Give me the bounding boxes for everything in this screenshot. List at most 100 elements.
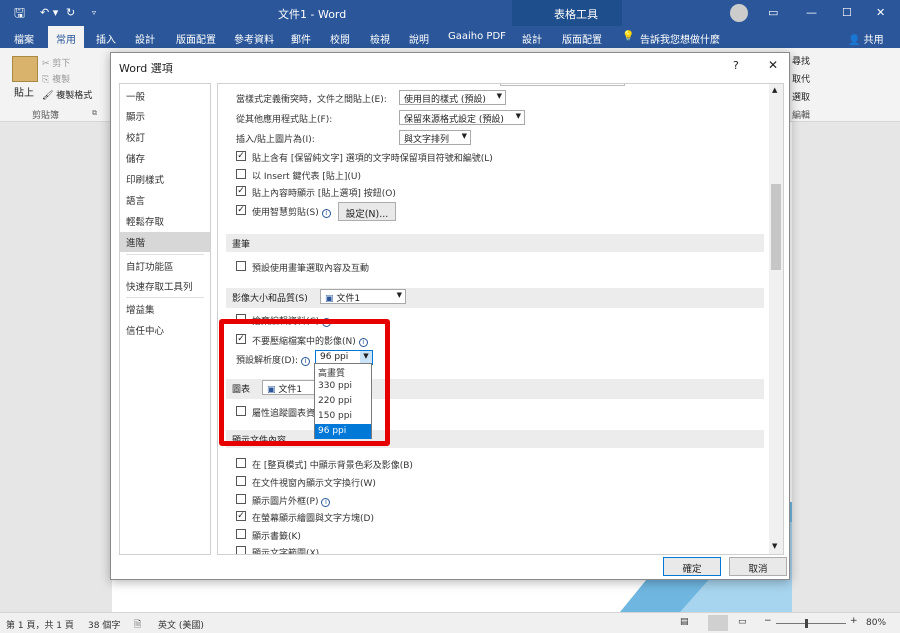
- resolution-option[interactable]: 220 ppi: [315, 394, 371, 409]
- nav-language[interactable]: 語言: [120, 190, 210, 210]
- nav-proofing[interactable]: 校訂: [120, 127, 210, 147]
- zoom-slider[interactable]: [776, 623, 846, 624]
- nav-general[interactable]: 一般: [120, 86, 210, 106]
- zoom-slider-thumb[interactable]: [805, 619, 808, 628]
- style-conflict-value: 使用目的樣式 (預設): [404, 95, 486, 105]
- tell-me-box[interactable]: 告訴我您想做什麼: [640, 31, 720, 46]
- nav-trust-center[interactable]: 信任中心: [120, 320, 210, 340]
- resolution-option[interactable]: 150 ppi: [315, 409, 371, 424]
- web-layout-icon[interactable]: ▭: [738, 617, 747, 627]
- language-status[interactable]: 英文 (美國): [158, 618, 204, 631]
- minimize-button[interactable]: —: [806, 6, 817, 19]
- tab-help[interactable]: 說明: [409, 31, 429, 46]
- tab-table-layout[interactable]: 版面配置: [562, 31, 602, 46]
- nav-save[interactable]: 儲存: [120, 148, 210, 168]
- scroll-up-icon[interactable]: ▲: [772, 86, 777, 94]
- tab-home[interactable]: 常用: [48, 26, 84, 48]
- share-button[interactable]: 👤 共用: [848, 31, 884, 46]
- tab-review[interactable]: 校閱: [330, 31, 350, 46]
- nav-typography[interactable]: 印刷樣式: [120, 169, 210, 189]
- save-icon[interactable]: 🖫: [14, 4, 25, 26]
- options-nav: 一般 顯示 校訂 儲存 印刷樣式 語言 輕鬆存取 進階 自訂功能區 快速存取工具…: [119, 83, 211, 555]
- paste-icon[interactable]: [12, 56, 38, 82]
- options-scrollbar[interactable]: ▲ ▼: [769, 84, 783, 554]
- proofing-icon[interactable]: 🗎: [134, 617, 141, 633]
- user-avatar-icon[interactable]: [730, 4, 748, 22]
- scroll-down-icon[interactable]: ▼: [772, 542, 777, 550]
- use-insert-key-checkbox[interactable]: [236, 169, 246, 179]
- tab-mailings[interactable]: 郵件: [291, 31, 311, 46]
- resolution-option[interactable]: 330 ppi: [315, 379, 371, 394]
- picture-placeholders-checkbox[interactable]: [236, 494, 246, 504]
- copy-button[interactable]: ⎘ 複製: [42, 72, 70, 85]
- select-button[interactable]: 選取: [792, 90, 810, 103]
- other-apps-select[interactable]: 保留來源格式設定 (預設) ▼: [399, 110, 525, 125]
- cancel-button[interactable]: 取消: [729, 557, 787, 576]
- print-layout-icon[interactable]: [708, 615, 728, 631]
- nav-advanced[interactable]: 進階: [120, 232, 210, 252]
- smart-cut-paste-checkbox[interactable]: ✓: [236, 205, 246, 215]
- word-options-dialog: Word 選項 ? ✕ 一般 顯示 校訂 儲存 印刷樣式 語言 輕鬆存取 進階 …: [110, 52, 790, 580]
- tab-design[interactable]: 設計: [135, 31, 155, 46]
- copy-label: 複製: [52, 75, 71, 85]
- find-button[interactable]: 尋找: [792, 54, 810, 67]
- nav-separator: [126, 254, 204, 255]
- style-conflict-label: 當樣式定義衝突時，文件之間貼上(E):: [236, 95, 387, 105]
- read-mode-icon[interactable]: ▤: [680, 617, 689, 627]
- paste-button[interactable]: 貼上: [14, 84, 34, 99]
- cut-button[interactable]: ✂ 剪下: [42, 56, 70, 69]
- nav-accessibility[interactable]: 輕鬆存取: [120, 211, 210, 231]
- tab-references[interactable]: 參考資料: [234, 31, 274, 46]
- help-button[interactable]: ?: [733, 59, 739, 72]
- nav-add-ins[interactable]: 增益集: [120, 299, 210, 319]
- zoom-in-icon[interactable]: +: [850, 616, 858, 626]
- tab-table-design[interactable]: 設計: [522, 31, 542, 46]
- word-count[interactable]: 38 個字: [88, 618, 120, 631]
- text-boundaries-checkbox[interactable]: [236, 546, 246, 554]
- insert-picture-select[interactable]: 與文字排列 ▼: [399, 130, 471, 145]
- paste-settings-button[interactable]: 設定(N)...: [338, 202, 396, 221]
- scrollbar-thumb[interactable]: [771, 184, 781, 270]
- nav-quick-access-toolbar[interactable]: 快速存取工具列: [120, 276, 210, 296]
- image-size-doc-select[interactable]: ▣ 文件1 ▼: [320, 289, 406, 304]
- drawings-checkbox[interactable]: ✓: [236, 511, 246, 521]
- nav-customize-ribbon[interactable]: 自訂功能區: [120, 256, 210, 276]
- chevron-down-icon: ▼: [461, 132, 467, 140]
- zoom-level[interactable]: 80%: [866, 618, 886, 628]
- bookmarks-label: 顯示書籤(K): [252, 532, 301, 542]
- clipboard-launcher-icon[interactable]: ⧉: [92, 109, 97, 118]
- format-painter-button[interactable]: 🖌 複製格式: [42, 88, 92, 101]
- tab-file[interactable]: 檔案: [14, 31, 34, 46]
- customize-qat-icon[interactable]: ▿: [92, 8, 96, 17]
- show-background-checkbox[interactable]: [236, 458, 246, 468]
- ok-button[interactable]: 確定: [663, 557, 721, 576]
- resolution-option-selected[interactable]: 96 ppi: [315, 424, 371, 439]
- picture-placeholders-text: 顯示圖片外框(P): [252, 497, 319, 507]
- resolution-option[interactable]: 高畫質: [315, 364, 371, 379]
- keep-bullets-checkbox[interactable]: ✓: [236, 151, 246, 161]
- bookmarks-checkbox[interactable]: [236, 529, 246, 539]
- wrap-text-checkbox[interactable]: [236, 476, 246, 486]
- style-conflict-select[interactable]: 使用目的樣式 (預設) ▼: [399, 90, 506, 105]
- nav-display[interactable]: 顯示: [120, 106, 210, 126]
- zoom-out-icon[interactable]: −: [764, 616, 772, 626]
- page-count[interactable]: 第 1 頁，共 1 頁: [6, 618, 74, 631]
- tab-view[interactable]: 檢視: [370, 31, 390, 46]
- keep-bullets-label: 貼上含有 [保留純文字] 選項的文字時保留項目符號和編號(L): [252, 154, 493, 164]
- undo-icon[interactable]: ↶ ▾: [40, 6, 58, 19]
- maximize-button[interactable]: ☐: [842, 6, 852, 19]
- replace-button[interactable]: 取代: [792, 72, 810, 85]
- ribbon-display-icon[interactable]: ▭: [768, 6, 778, 19]
- default-pen-checkbox[interactable]: [236, 261, 246, 271]
- redo-icon[interactable]: ↻: [66, 6, 75, 19]
- info-icon: i: [321, 498, 331, 507]
- show-paste-options-checkbox[interactable]: ✓: [236, 186, 246, 196]
- clipped-dropdown: [500, 84, 625, 86]
- tab-layout[interactable]: 版面配置: [176, 31, 216, 46]
- context-tab-area: 表格工具: [512, 0, 622, 26]
- tab-gaaiho-pdf[interactable]: Gaaiho PDF: [448, 31, 506, 42]
- resolution-dropdown-list: 高畫質 330 ppi 220 ppi 150 ppi 96 ppi: [314, 363, 372, 439]
- dialog-close-button[interactable]: ✕: [768, 58, 778, 72]
- tab-insert[interactable]: 插入: [96, 31, 116, 46]
- close-window-button[interactable]: ✕: [876, 6, 885, 19]
